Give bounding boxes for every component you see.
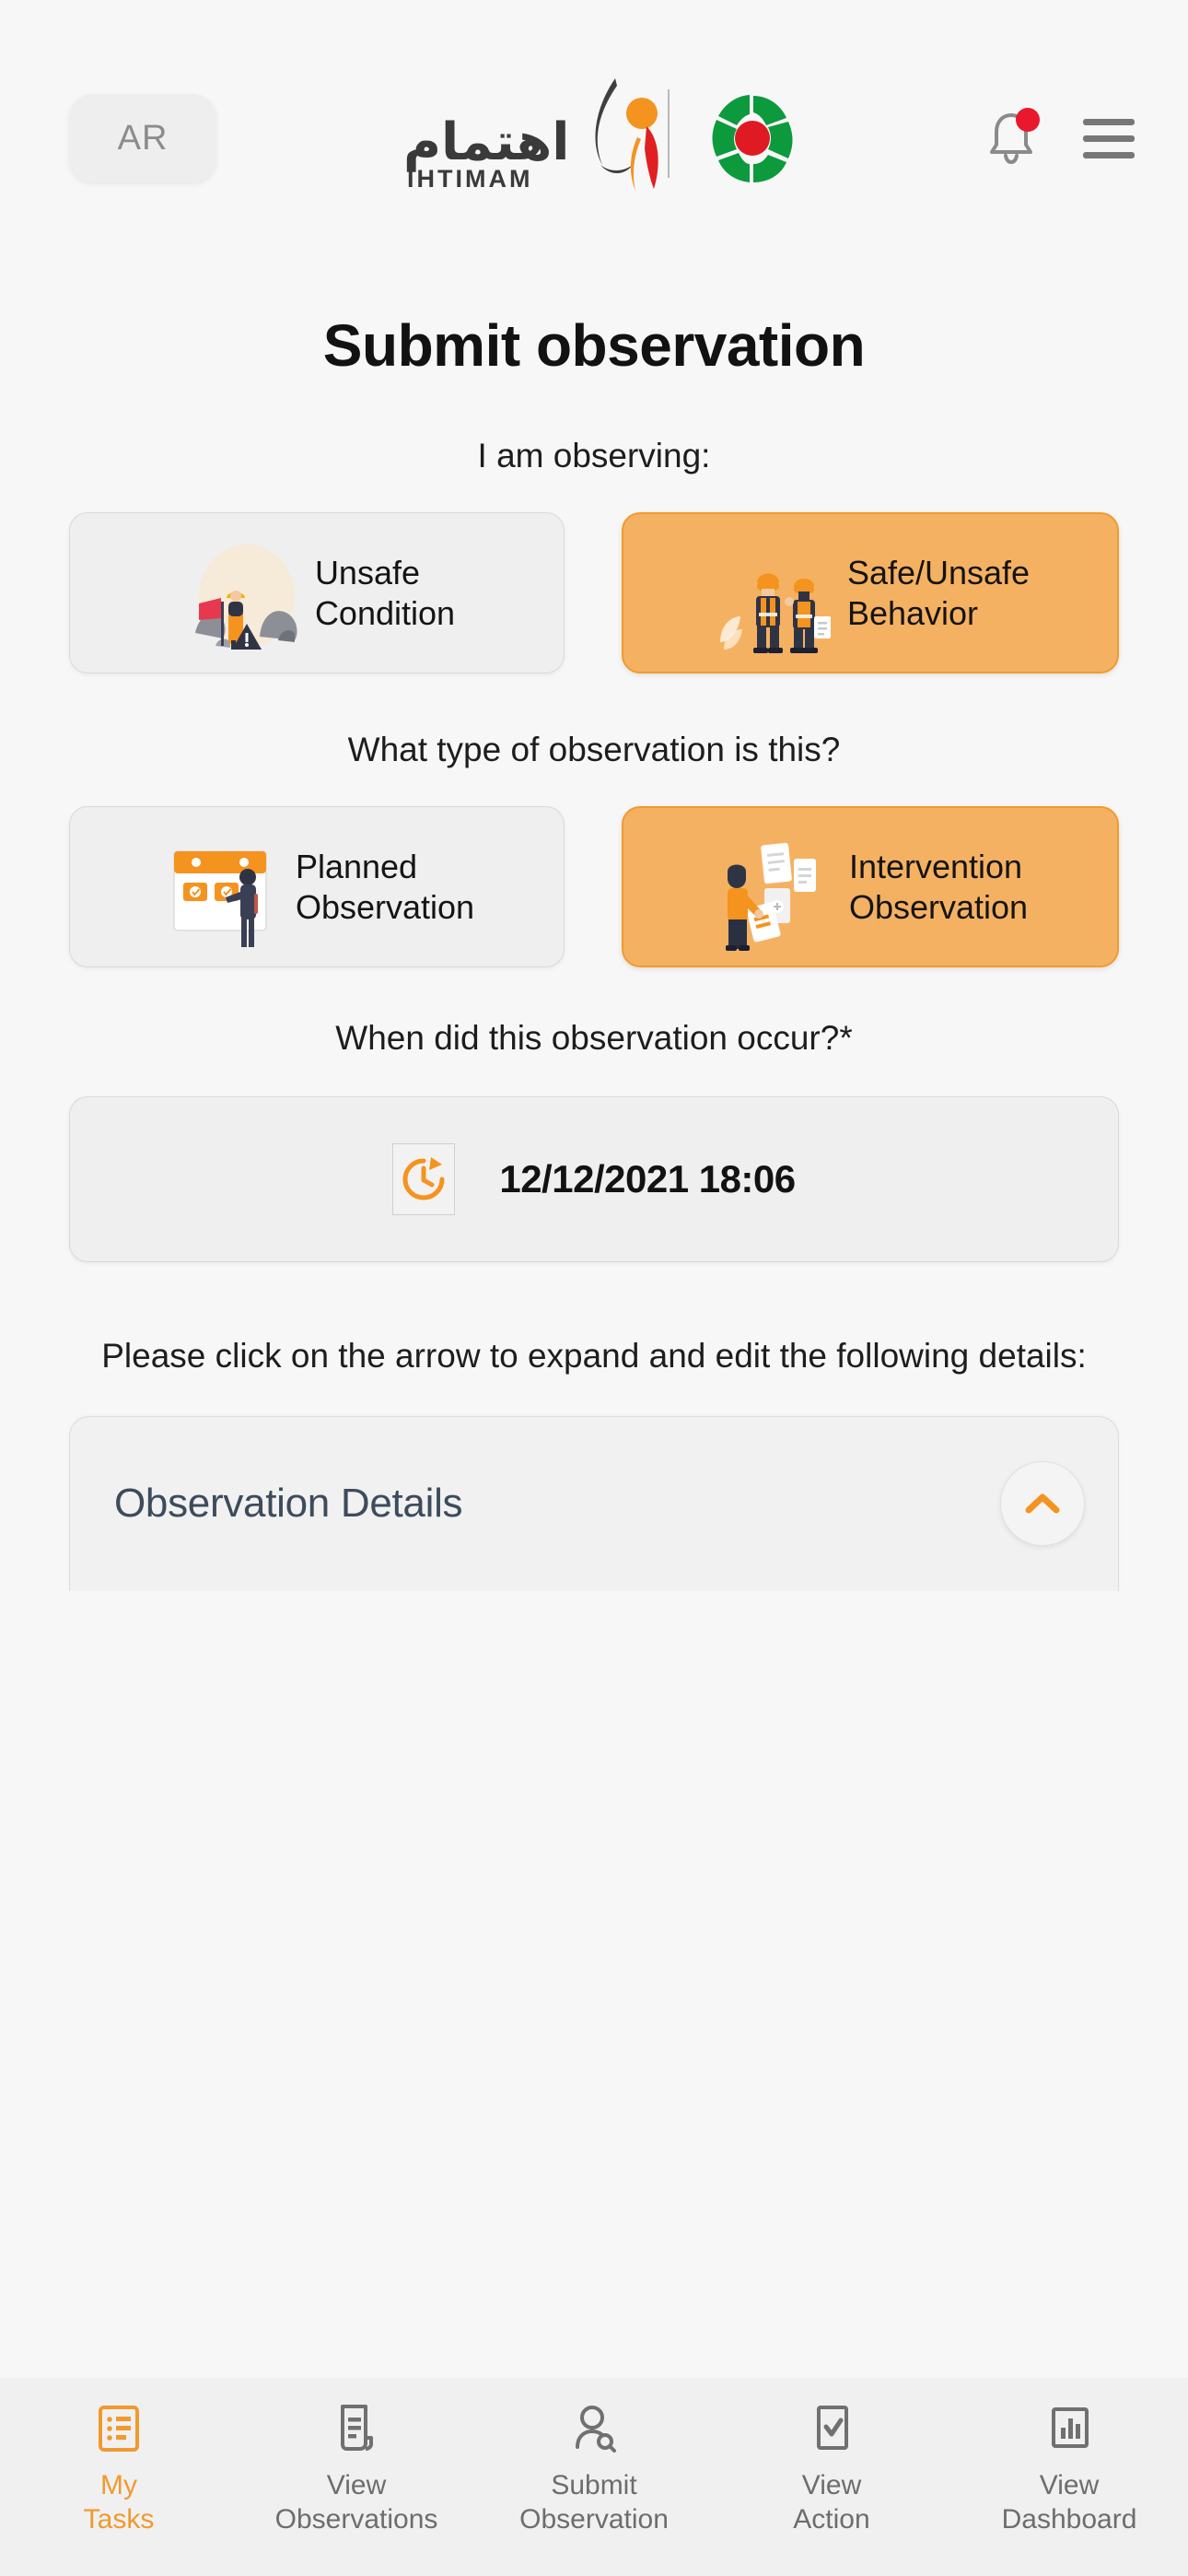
language-toggle-button[interactable]: AR — [69, 94, 216, 182]
hamburger-line — [1083, 151, 1135, 158]
observation-datetime-value: 12/12/2021 18:06 — [499, 1157, 796, 1200]
nav-item-submit-observation-label: Submit Observation — [519, 2470, 669, 2535]
option-intervention-observation[interactable]: Intervention Observation — [622, 806, 1119, 967]
option-unsafe-condition-label: Unsafe Condition — [314, 553, 456, 632]
app-screen: AR اهتمام IHTIMAM Submit observation I a… — [0, 0, 1188, 2576]
nav-item-view-observations[interactable]: View Observations — [238, 2402, 475, 2536]
page-title: Submit observation — [322, 312, 866, 379]
unsafe-condition-illustration — [194, 544, 297, 650]
option-unsafe-condition[interactable]: Unsafe Condition — [69, 512, 565, 673]
option-safe-unsafe-behavior[interactable]: Safe/Unsafe Behavior — [622, 512, 1119, 673]
app-header: AR اهتمام IHTIMAM — [0, 0, 1188, 276]
option-intervention-observation-label: Intervention Observation — [848, 847, 1029, 926]
nav-item-view-action[interactable]: View Action — [713, 2402, 950, 2536]
option-planned-observation-label: Planned Observation — [295, 847, 475, 926]
hamburger-line — [1083, 118, 1135, 125]
nav-item-view-action-label: View Action — [793, 2470, 870, 2535]
ihtimam-logo[interactable]: اهتمام IHTIMAM — [207, 69, 985, 207]
observation-details-panel[interactable]: Observation Details — [69, 1415, 1119, 1591]
observation-details-toggle-button[interactable] — [1000, 1461, 1085, 1547]
checkbox-check-icon — [808, 2402, 856, 2455]
intervention-observation-illustration — [725, 842, 816, 951]
svg-text:اهتمام: اهتمام — [403, 112, 570, 172]
notification-badge-dot — [1016, 108, 1040, 132]
safe-unsafe-behavior-illustration — [719, 573, 831, 653]
nav-item-view-dashboard[interactable]: View Dashboard — [950, 2402, 1188, 2536]
document-icon — [332, 2402, 380, 2455]
main-content: Submit observation I am observing: Unsaf… — [0, 276, 1188, 2378]
type-question-label: What type of observation is this? — [347, 731, 841, 768]
datetime-picker-button[interactable] — [392, 1143, 456, 1215]
option-safe-unsafe-behavior-label: Safe/Unsafe Behavior — [846, 553, 1031, 632]
chevron-up-icon — [1025, 1493, 1060, 1514]
nav-item-view-observations-label: View Observations — [274, 2470, 438, 2535]
bar-chart-icon — [1045, 2402, 1093, 2455]
clock-refresh-icon — [402, 1157, 445, 1200]
observation-details-title: Observation Details — [114, 1481, 463, 1527]
expand-instruction-text: Please click on the arrow to expand and … — [101, 1337, 1087, 1375]
header-actions — [985, 108, 1135, 167]
option-planned-observation[interactable]: Planned Observation — [69, 806, 565, 967]
bottom-navigation-bar: My Tasks View Observations Submit Observ… — [0, 2378, 1188, 2576]
notification-bell-button[interactable] — [985, 108, 1040, 167]
nav-item-submit-observation[interactable]: Submit Observation — [475, 2402, 713, 2536]
nav-item-view-dashboard-label: View Dashboard — [1001, 2470, 1137, 2535]
observation-datetime-field[interactable]: 12/12/2021 18:06 — [69, 1096, 1119, 1262]
type-options-row: Planned Observation Intervention Observa… — [69, 806, 1119, 967]
observing-options-row: Unsafe Condition Safe/Unsafe Behavior — [69, 512, 1119, 673]
nav-item-my-tasks-label: My Tasks — [83, 2470, 155, 2535]
person-search-icon — [570, 2402, 618, 2455]
svg-text:IHTIMAM: IHTIMAM — [407, 165, 532, 193]
hamburger-line — [1083, 135, 1135, 142]
language-toggle-label: AR — [117, 118, 169, 158]
planned-observation-illustration — [172, 849, 267, 947]
partner-rosette-icon — [712, 95, 792, 182]
observing-question-label: I am observing: — [477, 437, 711, 474]
task-list-icon — [95, 2402, 143, 2455]
ihtimam-logo-mark: اهتمام IHTIMAM — [403, 78, 670, 193]
when-question-label: When did this observation occur?* — [335, 1019, 853, 1057]
nav-item-my-tasks[interactable]: My Tasks — [0, 2402, 238, 2536]
hamburger-menu-button[interactable] — [1083, 118, 1135, 158]
